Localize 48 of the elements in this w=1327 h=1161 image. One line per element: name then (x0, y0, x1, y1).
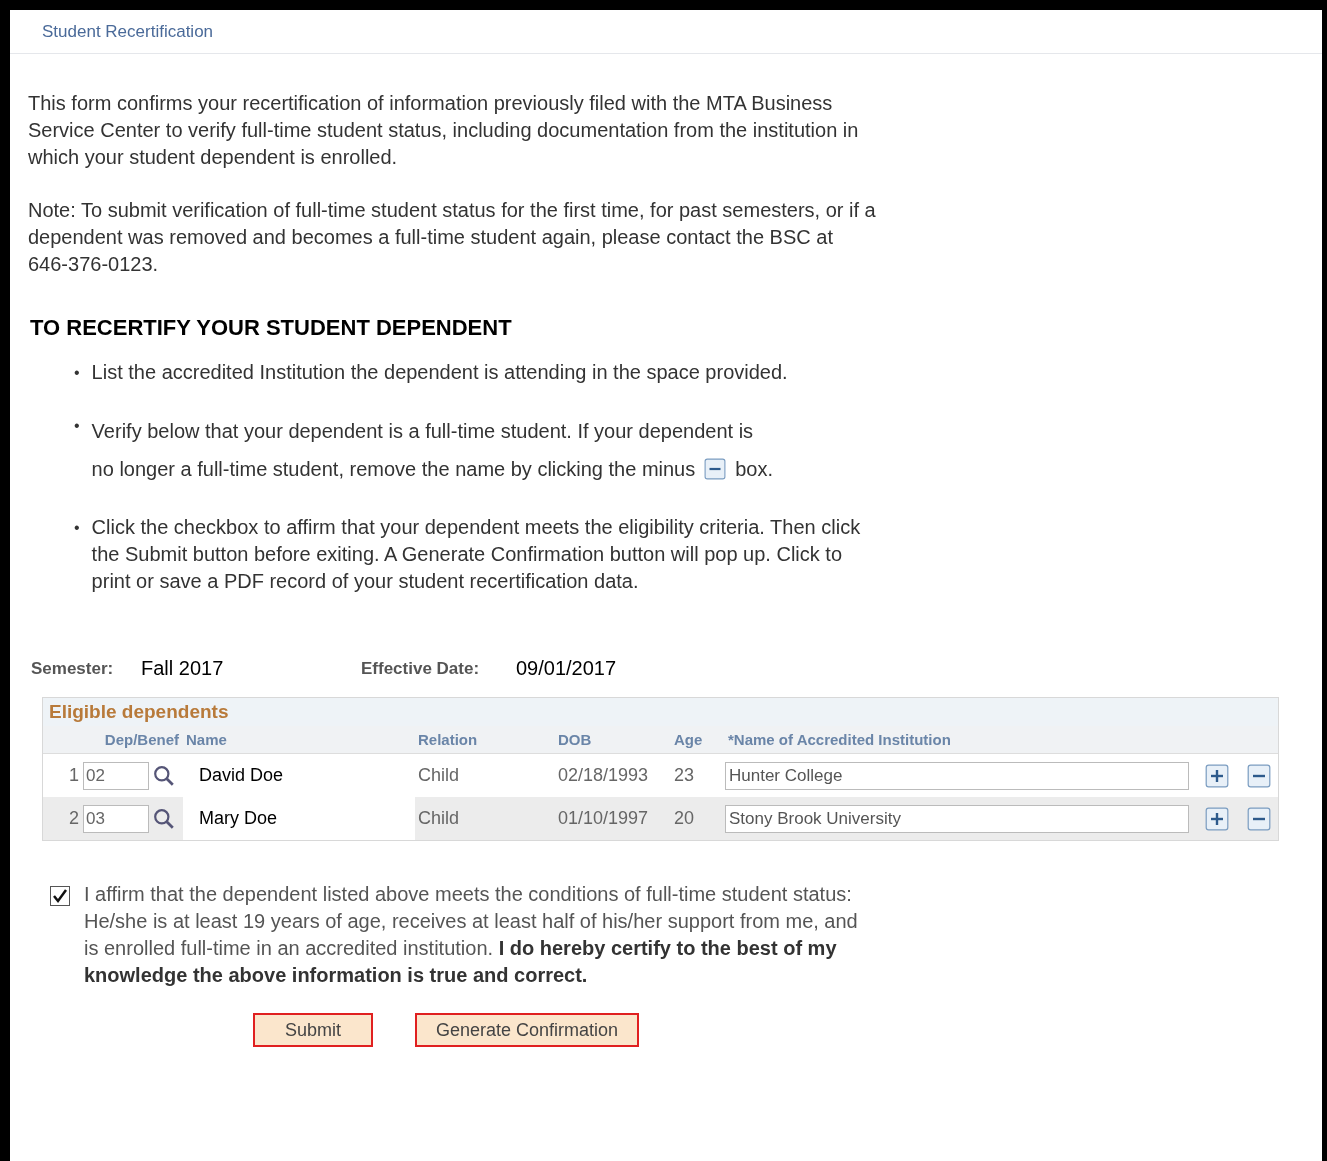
bullet-icon: • (74, 412, 80, 488)
remove-row-button[interactable] (1245, 806, 1272, 831)
remove-row-button[interactable] (1245, 763, 1272, 788)
add-row-button[interactable] (1204, 806, 1230, 831)
search-icon[interactable] (153, 764, 175, 787)
table-cell-text: 20 (673, 807, 696, 830)
submit-button[interactable]: Submit (253, 1013, 373, 1047)
input-field[interactable]: 03 (83, 804, 149, 833)
intro-paragraph: This form confirms your recertification of information previously filed with the MTA Business Service Center to verify full-time student status, including documentation from the institution in which your student dependent is enrolled. (28, 91, 860, 170)
table-title: Eligible dependents (43, 698, 1278, 726)
minus-icon (703, 458, 728, 480)
instruction-text: no longer a full-time student, remove the name by clicking the minus (91, 457, 696, 482)
instruction-text: Click the checkbox to affirm that your dependent meets the eligibility criteria. Then click the Submit button before exiting. A Generate Confirmation button will pop up. Click to print or save a PDF record of your student recertification data. (91, 516, 861, 592)
section-heading: TO RECERTIFY YOUR STUDENT DEPENDENT (30, 314, 513, 341)
generate-confirmation-button[interactable]: Generate Confirmation (415, 1013, 639, 1047)
instruction-text: Verify below that your dependent is a full-time student. If your dependent is (91, 419, 755, 444)
affirmation-text: I affirm that the dependent listed above meets the conditions of full-time student status: He/she is at least 19 years of age, receives at least half of his/her support from me, and is enrolled full-time in an accredited institution. I do hereby certify to the best of my knowledge the above information is true and correct. (84, 882, 859, 988)
input-field[interactable]: Hunter College (725, 761, 1189, 790)
column-header: Name (185, 730, 228, 750)
row-number: 2 (68, 807, 80, 830)
column-header: DOB (557, 730, 593, 750)
column-header: Dep/Benef (103, 730, 180, 750)
bullet-icon: • (74, 514, 80, 595)
column-header: Relation (417, 730, 479, 750)
table-cell-text: Child (417, 807, 461, 830)
search-icon[interactable] (153, 807, 175, 830)
input-field[interactable]: 02 (83, 761, 149, 790)
table-cell-text: Mary Doe (199, 807, 278, 830)
field-label: Semester: (31, 657, 115, 680)
table-cell-text: 23 (673, 764, 696, 787)
table-cell-text: 02/18/1993 (557, 764, 650, 787)
intro-paragraph: Note: To submit verification of full-time student status for the first time, for past semesters, or if a dependent was removed and becomes a full-time student again, please contact the BSC at 646-376-0123. (28, 198, 877, 277)
field-value: 09/01/2017 (516, 655, 617, 681)
table-cell-text: David Doe (199, 764, 284, 787)
field-label: Effective Date: (361, 657, 481, 680)
table-cell-text: 01/10/1997 (557, 807, 650, 830)
add-row-button[interactable] (1204, 763, 1230, 788)
table-cell-text: Child (417, 764, 461, 787)
checkbox[interactable] (50, 886, 70, 906)
column-header: Age (673, 730, 704, 750)
row-number: 1 (68, 764, 80, 787)
instruction-text: box. (735, 457, 774, 482)
column-header: *Name of Accredited Institution (727, 730, 952, 750)
page-title: Student Recertification (42, 20, 214, 43)
instruction-text: List the accredited Institution the dependent is attending in the space provided. (91, 361, 788, 383)
bullet-icon: • (74, 359, 80, 386)
field-value: Fall 2017 (141, 655, 225, 681)
input-field[interactable]: Stony Brook University (725, 804, 1189, 833)
